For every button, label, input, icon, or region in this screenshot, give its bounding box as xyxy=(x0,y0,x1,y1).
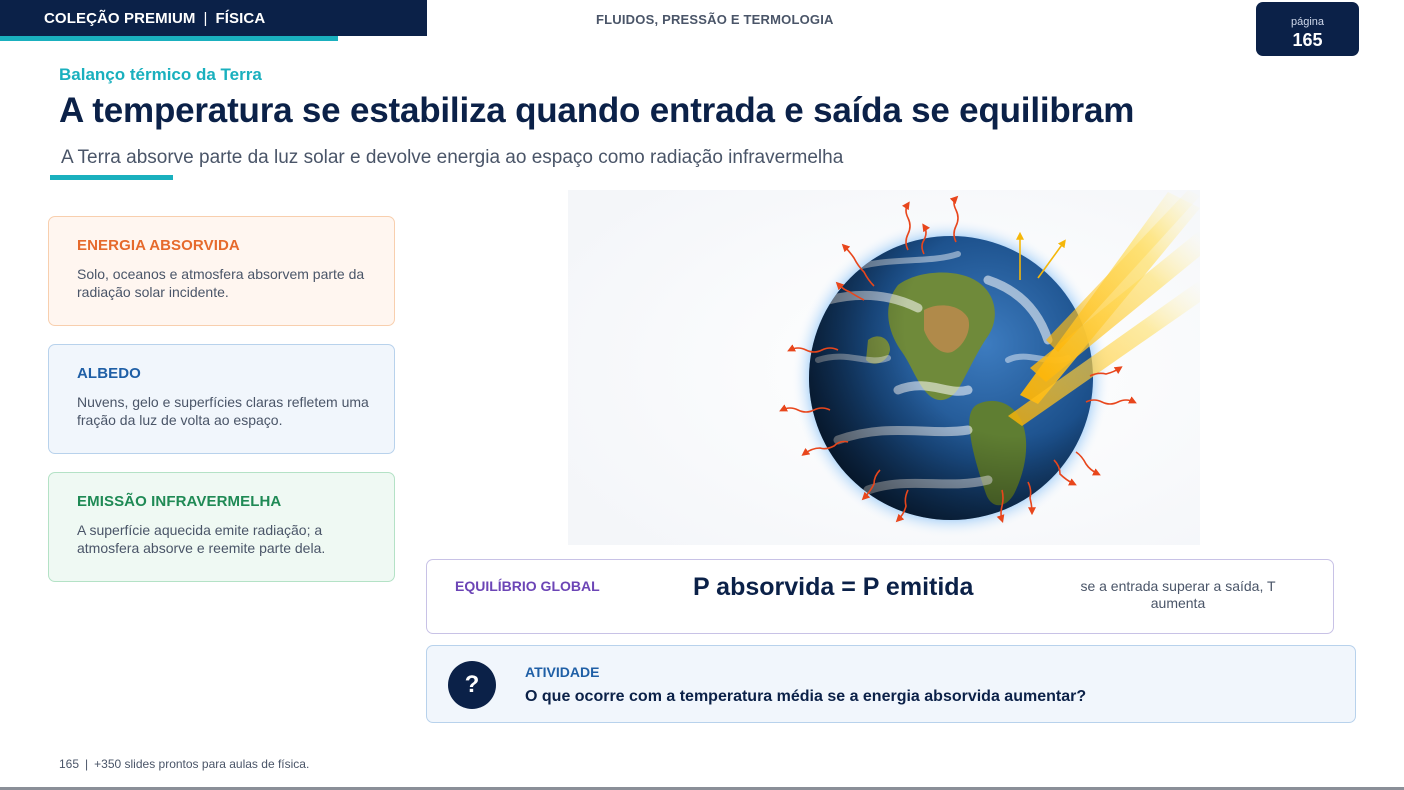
footer-text: +350 slides prontos para aulas de física… xyxy=(94,757,310,771)
card-title: EMISSÃO INFRAVERMELHA xyxy=(77,493,282,510)
collection-name: COLEÇÃO PREMIUM xyxy=(44,10,196,27)
card-title: ENERGIA ABSORVIDA xyxy=(77,237,240,254)
global-balance-box: EQUILÍBRIO GLOBAL P absorvida = P emitid… xyxy=(426,559,1334,634)
page-badge-number: 165 xyxy=(1292,30,1323,50)
chapter-title: FLUIDOS, PRESSÃO E TERMOLOGIA xyxy=(596,12,834,27)
slide-kicker: Balanço térmico da Terra xyxy=(59,65,262,84)
card-absorbed-energy: ENERGIA ABSORVIDA Solo, oceanos e atmosf… xyxy=(48,216,395,326)
balance-note: se a entrada superar a saída, T aumenta xyxy=(1080,578,1276,611)
balance-label: EQUILÍBRIO GLOBAL xyxy=(455,578,600,594)
header-bar: COLEÇÃO PREMIUM | FÍSICA xyxy=(0,0,427,36)
card-text: A superfície aquecida emite radiação; a … xyxy=(77,522,326,556)
footer-page-number: 165 xyxy=(59,757,80,771)
header-separator: | xyxy=(203,10,208,27)
activity-question: O que ocorre com a temperatura média se … xyxy=(525,688,1087,705)
activity-label: ATIVIDADE xyxy=(525,664,600,680)
card-title: ALBEDO xyxy=(77,365,141,382)
page-badge-label: página xyxy=(1290,16,1325,28)
footer-separator: | xyxy=(85,757,89,771)
activity-box: ? ATIVIDADE O que ocorre com a temperatu… xyxy=(426,645,1356,723)
header-accent-line xyxy=(0,36,338,41)
subtitle-underline xyxy=(50,175,173,180)
balance-equation: P absorvida = P emitida xyxy=(693,573,974,601)
footer: 165 | +350 slides prontos para aulas de fí… xyxy=(59,757,309,771)
page-badge: página 165 xyxy=(1256,2,1359,56)
card-text: Solo, oceanos e atmosfera absorvem parte… xyxy=(77,266,365,300)
slide-title: A temperatura se estabiliza quando entra… xyxy=(59,91,1135,130)
collection-title: COLEÇÃO PREMIUM | FÍSICA xyxy=(44,10,265,27)
question-icon: ? xyxy=(448,661,496,709)
subject-name: FÍSICA xyxy=(215,10,266,27)
earth-energy-balance-illustration xyxy=(568,190,1200,545)
card-text: Nuvens, gelo e superfícies claras reflet… xyxy=(77,394,369,428)
card-albedo: ALBEDO Nuvens, gelo e superfícies claras… xyxy=(48,344,395,454)
card-infrared-emission: EMISSÃO INFRAVERMELHA A superfície aquec… xyxy=(48,472,395,582)
slide-subtitle: A Terra absorve parte da luz solar e dev… xyxy=(61,147,844,168)
